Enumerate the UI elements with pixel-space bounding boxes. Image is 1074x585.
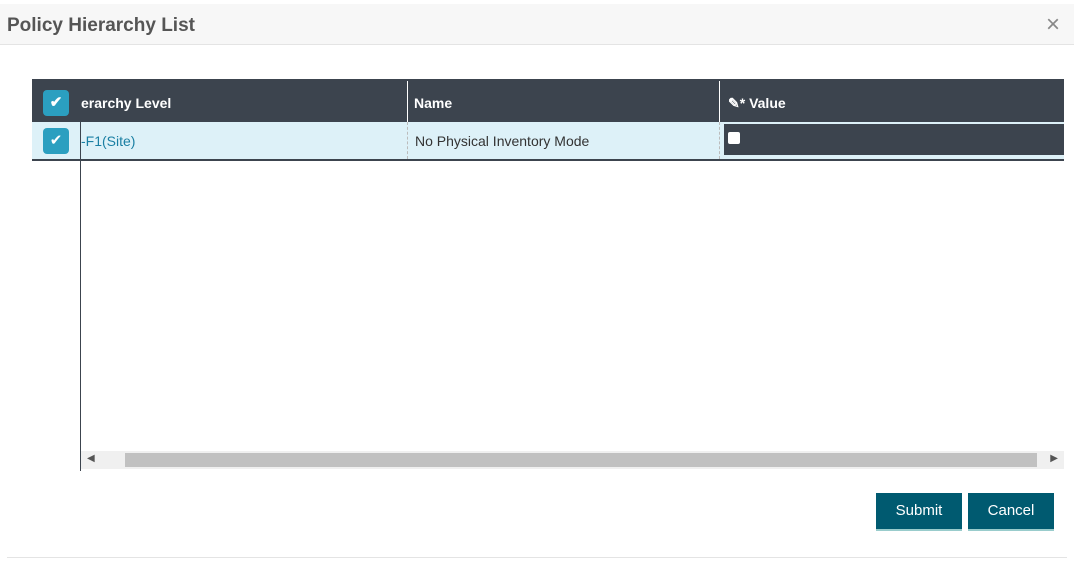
table-row[interactable]: ✔ -F1(Site) No Physical Inventory Mode	[32, 122, 1064, 161]
close-icon[interactable]: ×	[1046, 11, 1060, 39]
row-checkbox[interactable]: ✔	[43, 128, 69, 154]
submit-button[interactable]: Submit	[876, 493, 962, 531]
table-header: ✔ erarchy Level Name ✎* Value	[32, 79, 1064, 122]
hierarchy-level-link[interactable]: -F1(Site)	[81, 133, 135, 149]
dialog-header: Policy Hierarchy List ×	[0, 4, 1074, 45]
scroll-right-icon[interactable]: ▶	[1050, 453, 1058, 464]
column-value[interactable]: ✎* Value	[728, 95, 786, 112]
value-cell	[724, 124, 1064, 155]
scroll-thumb[interactable]	[125, 453, 1037, 467]
value-checkbox[interactable]	[728, 132, 740, 144]
policy-grid: ✔ erarchy Level Name ✎* Value ✔ -F1(Site…	[32, 79, 1064, 471]
edit-icon: ✎*	[728, 95, 746, 111]
dialog-title: Policy Hierarchy List	[7, 15, 195, 36]
column-name[interactable]: Name	[414, 95, 452, 111]
select-all-checkbox[interactable]: ✔	[43, 90, 69, 116]
horizontal-scrollbar[interactable]: ◀ ▶	[81, 451, 1064, 469]
column-hierarchy-level[interactable]: erarchy Level	[81, 95, 407, 111]
footer-divider	[7, 557, 1067, 558]
scroll-left-icon[interactable]: ◀	[87, 453, 95, 464]
cancel-button[interactable]: Cancel	[968, 493, 1054, 531]
policy-name: No Physical Inventory Mode	[415, 133, 590, 149]
